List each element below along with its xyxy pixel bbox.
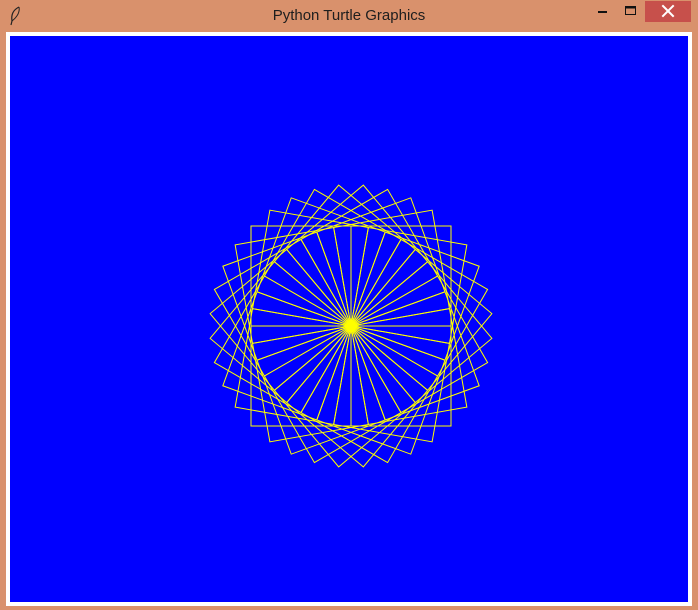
canvas-frame <box>6 32 692 606</box>
turtle-square <box>209 248 352 391</box>
turtle-square <box>316 325 446 455</box>
turtle-canvas[interactable] <box>10 36 688 602</box>
turtle-square <box>263 325 402 464</box>
turtle-square <box>300 325 439 464</box>
turtle-square <box>350 238 489 377</box>
turtle-square <box>300 188 439 327</box>
close-icon <box>661 4 675 18</box>
turtle-square <box>286 184 429 327</box>
minimize-icon <box>598 11 607 13</box>
turtle-square <box>222 231 352 361</box>
turtle-window: Python Turtle Graphics <box>0 0 698 610</box>
maximize-icon <box>625 6 636 15</box>
maximize-button[interactable] <box>617 1 644 22</box>
turtle-square <box>256 197 386 327</box>
turtle-cursor <box>346 321 356 331</box>
turtle-square <box>350 231 480 361</box>
turtle-square <box>350 261 493 404</box>
turtle-square <box>263 188 402 327</box>
close-button[interactable] <box>645 1 691 22</box>
turtle-square <box>256 325 386 455</box>
turtle-square <box>350 291 480 421</box>
turtle-square <box>273 325 416 468</box>
turtle-square <box>350 275 489 414</box>
titlebar[interactable]: Python Turtle Graphics <box>0 0 698 32</box>
turtle-drawing <box>209 184 493 468</box>
turtle-square <box>222 291 352 421</box>
turtle-square <box>350 248 493 391</box>
turtle-square <box>316 197 446 327</box>
turtle-square <box>286 325 429 468</box>
minimize-button[interactable] <box>589 1 616 22</box>
turtle-square <box>213 238 352 377</box>
turtle-square <box>273 184 416 327</box>
turtle-square <box>209 261 352 404</box>
turtle-square <box>213 275 352 414</box>
